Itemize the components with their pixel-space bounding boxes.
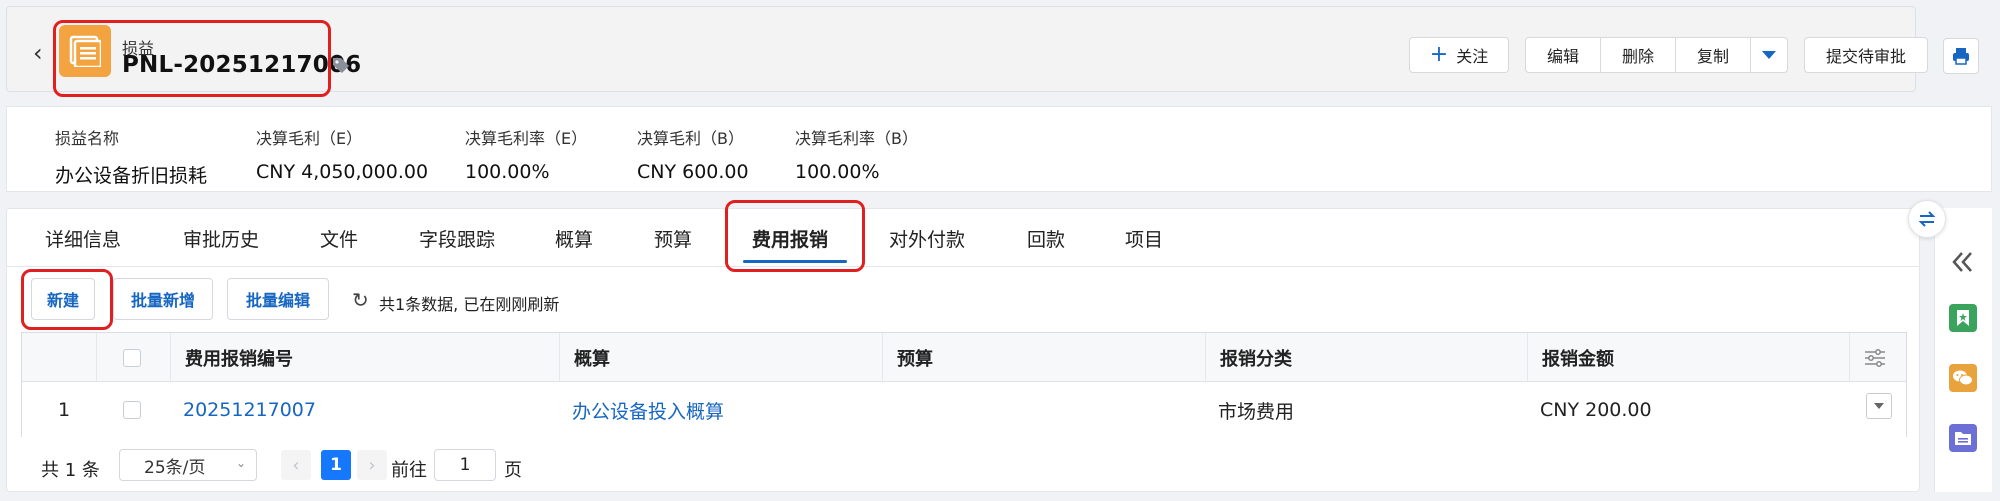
row-action-dropdown[interactable] bbox=[1866, 393, 1892, 419]
tab-project[interactable]: 项目 bbox=[1125, 225, 1163, 252]
highlight-tab-box bbox=[725, 200, 865, 272]
bookmark-button[interactable] bbox=[1949, 304, 1977, 332]
print-button[interactable] bbox=[1943, 38, 1979, 74]
column-header[interactable]: 费用报销编号 bbox=[171, 333, 560, 382]
select-all-cell bbox=[97, 333, 171, 382]
plus-icon: + bbox=[1429, 42, 1449, 67]
summary-value: 办公设备折旧损耗 bbox=[55, 165, 208, 187]
follow-button[interactable]: + 关注 bbox=[1409, 37, 1509, 73]
double-chevron-left-icon bbox=[1952, 252, 1972, 272]
row-select-cell bbox=[97, 383, 171, 437]
summary-bar: 损益名称 办公设备折旧损耗 决算毛利（E） CNY 4,050,000.00 决… bbox=[6, 106, 1992, 192]
amount-cell: CNY 200.00 bbox=[1540, 399, 1652, 421]
next-page-button[interactable]: › bbox=[357, 450, 387, 480]
tag-icon[interactable] bbox=[331, 55, 351, 79]
right-sidebar bbox=[1934, 208, 1992, 492]
summary-field: 决算毛利率（E） 100.00% bbox=[465, 125, 587, 183]
chat-button[interactable] bbox=[1949, 364, 1977, 392]
delete-button[interactable]: 删除 bbox=[1601, 38, 1676, 72]
summary-value: CNY 600.00 bbox=[637, 161, 749, 183]
summary-field: 决算毛利（E） CNY 4,050,000.00 bbox=[256, 125, 428, 183]
chevron-down-icon bbox=[1874, 403, 1884, 409]
more-actions-dropdown[interactable] bbox=[1751, 38, 1787, 72]
tab-files[interactable]: 文件 bbox=[320, 225, 358, 252]
category-cell: 市场费用 bbox=[1218, 400, 1295, 423]
highlight-new-box bbox=[21, 269, 113, 330]
summary-label: 决算毛利率（B） bbox=[795, 129, 918, 148]
chevron-down-icon bbox=[1762, 51, 1776, 59]
record-header: ‹ 损益 PNL-20251217006 + 关注 编辑 删除 复制 提交待审批 bbox=[6, 6, 1979, 97]
budget-cell bbox=[883, 383, 1206, 437]
summary-field: 决算毛利率（B） 100.00% bbox=[795, 125, 918, 183]
row-number-header bbox=[22, 333, 97, 382]
page-size-select[interactable]: 25条/页 ⌄ bbox=[119, 449, 257, 481]
table-row[interactable]: 1 20251217007 办公设备投入概算 市场费用 CNY 200.00 bbox=[22, 383, 1906, 437]
summary-label: 决算毛利（E） bbox=[256, 129, 363, 148]
follow-label: 关注 bbox=[1456, 47, 1489, 66]
tab-budget[interactable]: 预算 bbox=[654, 225, 692, 252]
folder-button[interactable] bbox=[1949, 424, 1977, 452]
estimate-link[interactable]: 办公设备投入概算 bbox=[560, 383, 883, 437]
summary-label: 决算毛利率（E） bbox=[465, 129, 588, 148]
highlight-title-box bbox=[53, 20, 331, 97]
chevron-down-icon: ⌄ bbox=[235, 456, 246, 470]
tab-external-payment[interactable]: 对外付款 bbox=[889, 225, 965, 252]
tab-approval-history[interactable]: 审批历史 bbox=[183, 225, 259, 252]
summary-value: 100.00% bbox=[795, 161, 880, 183]
select-all-checkbox[interactable] bbox=[123, 348, 141, 367]
action-button-group: 编辑 删除 复制 bbox=[1525, 37, 1788, 73]
record-count-status: 共1条数据, 已在刚刚刷新 bbox=[379, 295, 560, 314]
column-settings-button[interactable] bbox=[1850, 333, 1906, 382]
swap-icon bbox=[1918, 211, 1936, 227]
tab-estimate[interactable]: 概算 bbox=[555, 225, 593, 252]
column-header[interactable]: 预算 bbox=[883, 333, 1206, 382]
goto-page-input[interactable]: 1 bbox=[434, 449, 496, 481]
copy-button[interactable]: 复制 bbox=[1676, 38, 1751, 72]
tab-details[interactable]: 详细信息 bbox=[45, 225, 121, 252]
edit-button[interactable]: 编辑 bbox=[1526, 38, 1601, 72]
wechat-icon bbox=[1953, 370, 1973, 386]
tab-bar: 详细信息 审批历史 文件 字段跟踪 概算 预算 费用报销 对外付款 回款 项目 bbox=[7, 200, 1919, 272]
page-suffix-label: 页 bbox=[504, 460, 522, 481]
table-header: 费用报销编号 概算 预算 报销分类 报销金额 bbox=[22, 333, 1906, 382]
current-page[interactable]: 1 bbox=[321, 450, 351, 480]
goto-label: 前往 bbox=[391, 460, 427, 481]
swap-layout-button[interactable] bbox=[1908, 200, 1946, 238]
page-size-value: 25条/页 bbox=[144, 457, 206, 478]
tab-field-tracking[interactable]: 字段跟踪 bbox=[419, 225, 495, 252]
summary-field: 决算毛利（B） CNY 600.00 bbox=[637, 125, 749, 183]
batch-add-button[interactable]: 批量新增 bbox=[113, 278, 213, 320]
expense-table: 费用报销编号 概算 预算 报销分类 报销金额 1 20251217007 办公设… bbox=[21, 332, 1907, 437]
related-list-panel: 详细信息 审批历史 文件 字段跟踪 概算 预算 费用报销 对外付款 回款 项目 … bbox=[6, 200, 1920, 492]
pagination-total: 共 1 条 bbox=[41, 460, 100, 481]
summary-label: 损益名称 bbox=[55, 129, 120, 148]
back-arrow-icon[interactable]: ‹ bbox=[33, 41, 43, 65]
refresh-icon[interactable]: ↻ bbox=[352, 290, 369, 310]
bookmark-icon bbox=[1957, 310, 1969, 326]
tab-collection[interactable]: 回款 bbox=[1027, 225, 1065, 252]
column-header[interactable]: 报销金额 bbox=[1528, 333, 1850, 382]
summary-value: CNY 4,050,000.00 bbox=[256, 161, 429, 183]
batch-edit-button[interactable]: 批量编辑 bbox=[227, 278, 329, 320]
submit-approval-button[interactable]: 提交待审批 bbox=[1804, 37, 1928, 73]
folder-icon bbox=[1955, 432, 1971, 445]
expense-code-link[interactable]: 20251217007 bbox=[171, 383, 560, 437]
prev-page-button[interactable]: ‹ bbox=[281, 450, 311, 480]
print-icon bbox=[1953, 48, 1969, 65]
column-settings-icon bbox=[1865, 348, 1885, 367]
row-number: 1 bbox=[58, 399, 71, 421]
summary-label: 决算毛利（B） bbox=[637, 129, 744, 148]
collapse-sidebar-button[interactable] bbox=[1949, 248, 1977, 276]
column-header[interactable]: 概算 bbox=[560, 333, 883, 382]
row-checkbox[interactable] bbox=[123, 401, 141, 419]
column-header[interactable]: 报销分类 bbox=[1206, 333, 1528, 382]
summary-value: 100.00% bbox=[465, 161, 550, 183]
summary-field: 损益名称 办公设备折旧损耗 bbox=[55, 125, 207, 188]
